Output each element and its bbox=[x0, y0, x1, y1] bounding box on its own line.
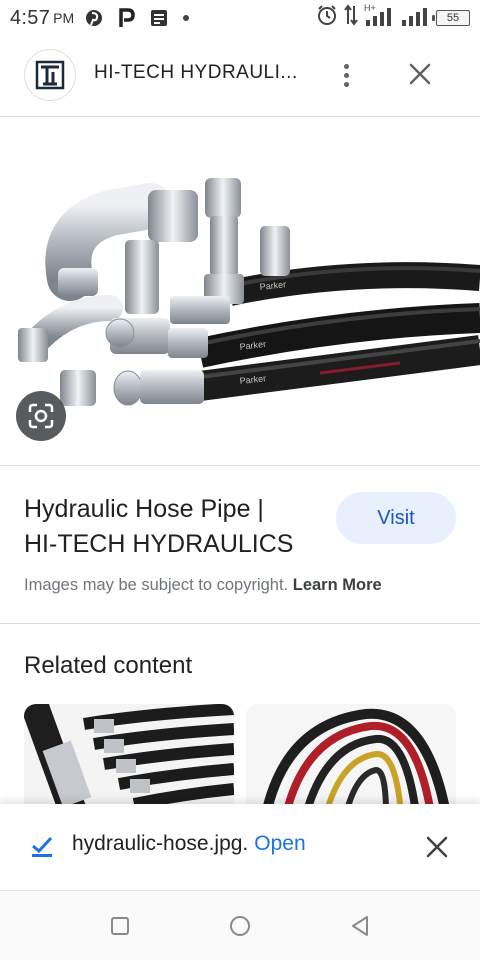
download-complete-icon bbox=[32, 836, 53, 857]
dot-icon bbox=[182, 14, 190, 22]
more-dot bbox=[343, 72, 349, 78]
result-title-line2: HI-TECH HYDRAULICS bbox=[24, 530, 294, 558]
message-icon bbox=[150, 9, 168, 27]
hi-tech-logo-icon bbox=[35, 60, 65, 90]
download-open-link[interactable]: Open bbox=[254, 832, 305, 855]
result-header: HI-TECH HYDRAULI... bbox=[0, 46, 480, 104]
system-nav-bar bbox=[0, 890, 480, 960]
signal-icon bbox=[400, 3, 430, 33]
more-dot bbox=[343, 63, 349, 69]
related-thumbnail-2[interactable] bbox=[246, 704, 456, 814]
alarm-icon bbox=[316, 4, 338, 32]
status-right: H+ 55 bbox=[316, 3, 470, 33]
close-icon bbox=[426, 836, 448, 858]
more-dot bbox=[343, 81, 349, 87]
status-bar: 4:57 PM H+ 55 bbox=[0, 0, 480, 36]
square-icon bbox=[111, 917, 129, 935]
parking-icon bbox=[118, 8, 136, 28]
result-title[interactable]: Hydraulic Hose Pipe | HI-TECH HYDRAULICS bbox=[24, 492, 314, 562]
related-image-1 bbox=[24, 704, 234, 814]
site-title[interactable]: HI-TECH HYDRAULI... bbox=[94, 62, 298, 84]
copyright-notice: Images may be subject to copyright. Lear… bbox=[24, 576, 382, 595]
more-options-button[interactable] bbox=[330, 58, 362, 92]
related-title: Related content bbox=[24, 652, 193, 679]
header-divider bbox=[0, 116, 480, 117]
google-lens-icon bbox=[28, 403, 54, 429]
site-logo[interactable] bbox=[24, 49, 76, 101]
status-time: 4:57 bbox=[10, 6, 51, 29]
download-message: hydraulic-hose.jpg. Open bbox=[72, 832, 306, 856]
battery-icon: 55 bbox=[432, 10, 470, 26]
home-button[interactable] bbox=[225, 911, 255, 941]
result-title-line1: Hydraulic Hose Pipe | bbox=[24, 495, 264, 523]
svg-text:H+: H+ bbox=[364, 3, 376, 13]
related-divider bbox=[0, 623, 480, 624]
battery-level: 55 bbox=[446, 12, 460, 24]
data-arrows-icon bbox=[344, 4, 358, 32]
back-triangle-icon bbox=[352, 916, 368, 936]
recents-button[interactable] bbox=[105, 911, 135, 941]
copyright-text: Images may be subject to copyright. bbox=[24, 576, 289, 594]
visit-button[interactable]: Visit bbox=[336, 492, 456, 544]
back-button[interactable] bbox=[345, 911, 375, 941]
image-divider bbox=[0, 465, 480, 466]
close-icon bbox=[409, 63, 431, 85]
status-ampm: PM bbox=[53, 10, 75, 26]
hydraulic-hose-illustration: Parker Parker Parker bbox=[18, 178, 480, 406]
download-close-button[interactable] bbox=[422, 832, 452, 862]
main-image[interactable]: Parker Parker Parker bbox=[0, 118, 480, 464]
download-filename: hydraulic-hose.jpg. bbox=[72, 832, 249, 855]
signal-h-plus-icon: H+ bbox=[364, 3, 394, 33]
learn-more-link[interactable]: Learn More bbox=[293, 576, 382, 594]
page: 4:57 PM H+ 55 HI-TECH HYDRAULI... Parker… bbox=[0, 0, 480, 960]
related-image-2 bbox=[246, 704, 456, 814]
related-thumbnail-1[interactable] bbox=[24, 704, 234, 814]
close-button[interactable] bbox=[404, 58, 436, 90]
circle-icon bbox=[230, 916, 250, 936]
pinterest-icon bbox=[84, 8, 104, 28]
download-bar: hydraulic-hose.jpg. Open bbox=[0, 804, 480, 890]
lens-button[interactable] bbox=[16, 391, 66, 441]
